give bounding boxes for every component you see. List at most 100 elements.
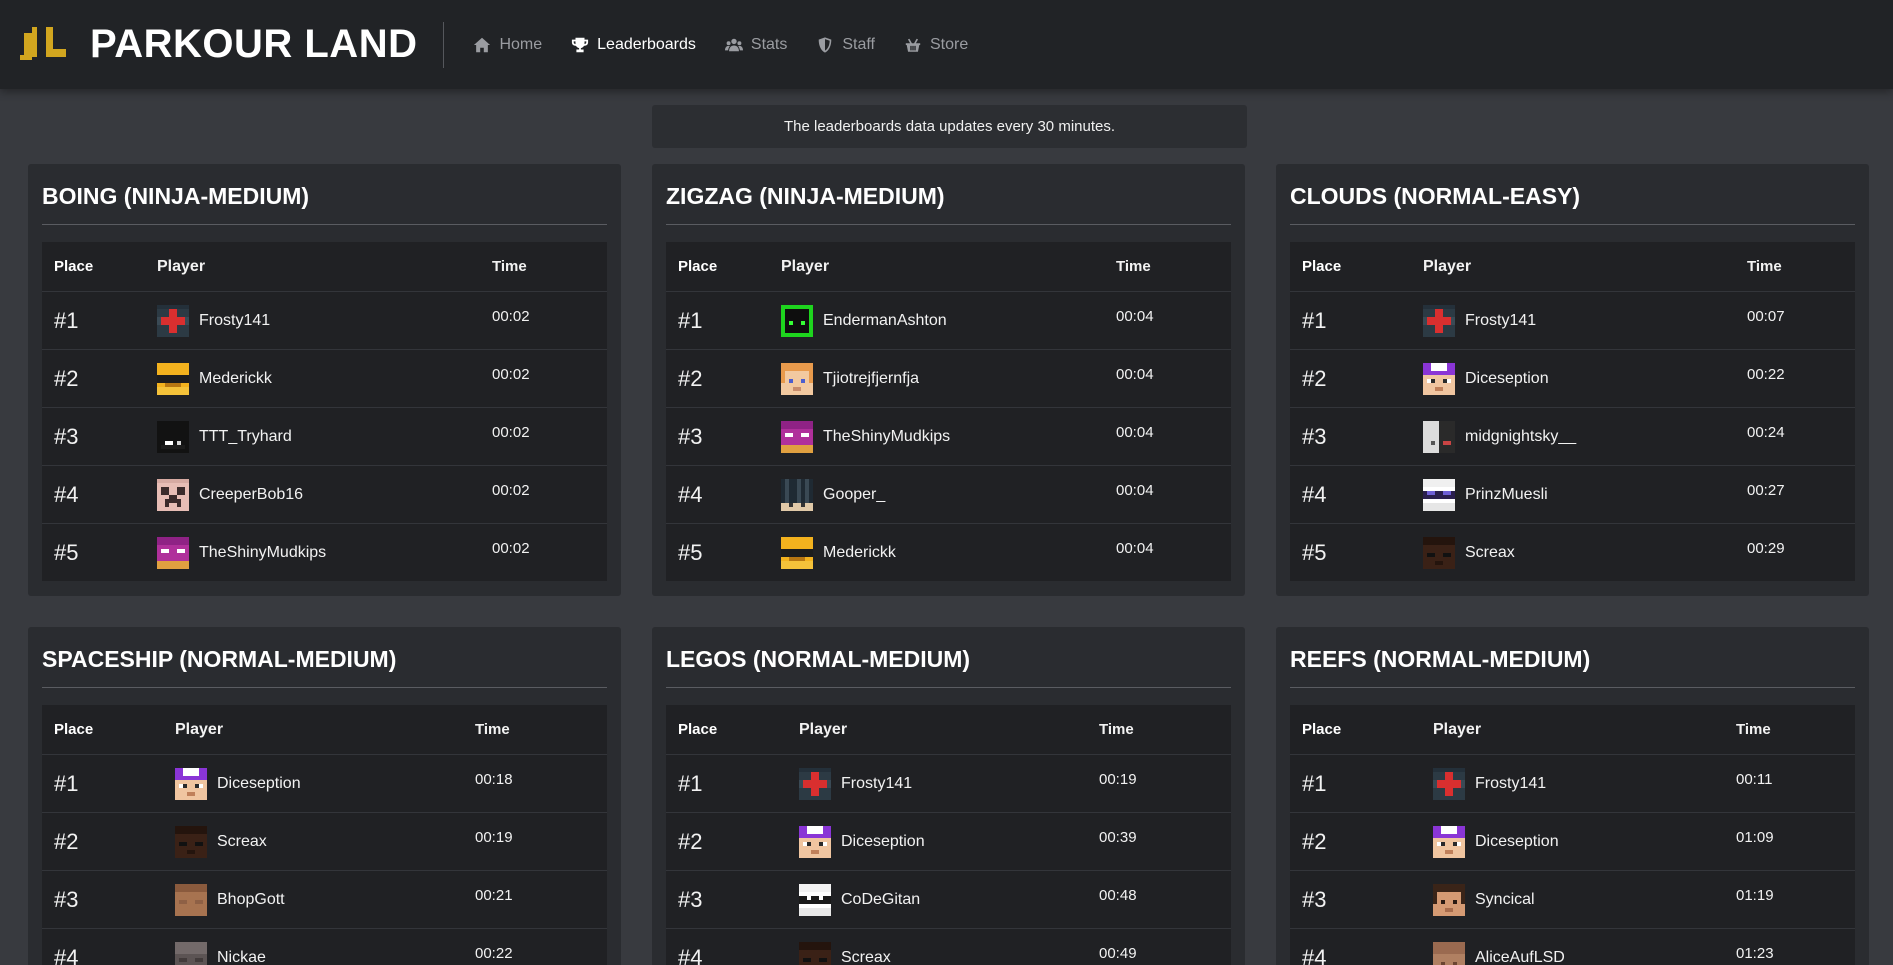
time-cell: 00:04	[1116, 366, 1154, 383]
player-cell[interactable]: Frosty141	[1433, 767, 1736, 800]
time-cell: 00:02	[492, 424, 530, 441]
users-icon	[724, 36, 744, 54]
table-row[interactable]: #3 midgnightsky__ 00:24	[1290, 407, 1855, 465]
table-row[interactable]: #1 Frosty141 00:11	[1290, 754, 1855, 812]
player-cell[interactable]: EndermanAshton	[781, 304, 1116, 337]
player-avatar	[175, 883, 207, 916]
table-row[interactable]: #5 Mederickk 00:04	[666, 523, 1231, 581]
table-row[interactable]: #3 TheShinyMudkips 00:04	[666, 407, 1231, 465]
player-cell[interactable]: Tjiotrejfjernfja	[781, 362, 1116, 395]
main-nav: Home Leaderboards Stats Staff Store	[458, 0, 982, 89]
player-cell[interactable]: Diceseption	[1423, 362, 1747, 395]
player-avatar	[781, 420, 813, 453]
place-cell: #2	[54, 365, 79, 391]
time-cell: 00:29	[1747, 540, 1785, 557]
basket-icon	[903, 36, 923, 54]
table-row[interactable]: #4 Screax 00:49	[666, 928, 1231, 965]
table-row[interactable]: #1 Diceseption 00:18	[42, 754, 607, 812]
player-cell[interactable]: AliceAufLSD	[1433, 941, 1736, 965]
table-row[interactable]: #1 Frosty141 00:19	[666, 754, 1231, 812]
nav-item-staff[interactable]: Staff	[801, 36, 889, 54]
player-avatar	[799, 883, 831, 916]
column-header-time: Time	[492, 258, 527, 275]
player-cell[interactable]: Diceseption	[1433, 825, 1736, 858]
place-cell: #1	[678, 770, 703, 796]
table-row[interactable]: #2 Screax 00:19	[42, 812, 607, 870]
player-cell[interactable]: TTT_Tryhard	[157, 420, 492, 453]
brand[interactable]: PARKOUR LAND	[0, 0, 417, 89]
player-cell[interactable]: Frosty141	[1423, 304, 1747, 337]
table-header: Place Player Time	[666, 705, 1231, 754]
nav-label-staff: Staff	[842, 35, 875, 53]
table-row[interactable]: #2 Diceseption 00:39	[666, 812, 1231, 870]
player-cell[interactable]: Nickae	[175, 941, 475, 965]
place-cell: #4	[54, 944, 79, 965]
player-cell[interactable]: Diceseption	[175, 767, 475, 800]
table-row[interactable]: #3 Syncical 01:19	[1290, 870, 1855, 928]
table-row[interactable]: #3 CoDeGitan 00:48	[666, 870, 1231, 928]
player-cell[interactable]: midgnightsky__	[1423, 420, 1747, 453]
place-cell: #2	[678, 828, 703, 854]
table-row[interactable]: #2 Diceseption 00:22	[1290, 349, 1855, 407]
table-row[interactable]: #4 PrinzMuesli 00:27	[1290, 465, 1855, 523]
nav-item-stats[interactable]: Stats	[710, 36, 801, 54]
column-header-place: Place	[1302, 258, 1342, 275]
player-cell[interactable]: Gooper_	[781, 478, 1116, 511]
table-row[interactable]: #1 EndermanAshton 00:04	[666, 291, 1231, 349]
table-row[interactable]: #4 Nickae 00:22	[42, 928, 607, 965]
place-cell: #5	[678, 539, 703, 565]
player-avatar	[1423, 420, 1455, 453]
place-cell: #3	[678, 886, 703, 912]
leaderboard-card: REEFS (NORMAL-MEDIUM) Place Player Time #1 Fr…	[1276, 627, 1869, 965]
time-cell: 00:02	[492, 308, 530, 325]
table-row[interactable]: #1 Frosty141 00:02	[42, 291, 607, 349]
player-cell[interactable]: Diceseption	[799, 825, 1099, 858]
player-name: Nickae	[217, 948, 266, 965]
parkour-logo-icon	[20, 26, 72, 63]
player-avatar	[781, 362, 813, 395]
leaderboard-title: LEGOS (NORMAL-MEDIUM)	[666, 627, 1231, 688]
table-row[interactable]: #3 BhopGott 00:21	[42, 870, 607, 928]
column-header-time: Time	[1747, 258, 1782, 275]
player-name: Frosty141	[1475, 774, 1547, 792]
player-cell[interactable]: Mederickk	[781, 536, 1116, 569]
place-cell: #4	[54, 481, 79, 507]
player-name: Frosty141	[841, 774, 913, 792]
player-avatar	[175, 767, 207, 800]
table-row[interactable]: #2 Mederickk 00:02	[42, 349, 607, 407]
nav-item-store[interactable]: Store	[889, 36, 982, 54]
player-cell[interactable]: CreeperBob16	[157, 478, 492, 511]
player-cell[interactable]: Screax	[799, 941, 1099, 965]
player-cell[interactable]: Frosty141	[799, 767, 1099, 800]
table-row[interactable]: #3 TTT_Tryhard 00:02	[42, 407, 607, 465]
player-name: TheShinyMudkips	[823, 427, 951, 445]
table-row[interactable]: #4 AliceAufLSD 01:23	[1290, 928, 1855, 965]
table-row[interactable]: #1 Frosty141 00:07	[1290, 291, 1855, 349]
table-row[interactable]: #2 Diceseption 01:09	[1290, 812, 1855, 870]
player-avatar	[157, 536, 189, 569]
player-cell[interactable]: Syncical	[1433, 883, 1736, 916]
table-row[interactable]: #5 TheShinyMudkips 00:02	[42, 523, 607, 581]
place-cell: #2	[1302, 365, 1327, 391]
player-cell[interactable]: TheShinyMudkips	[781, 420, 1116, 453]
place-cell: #3	[1302, 423, 1327, 449]
nav-item-leaderboards[interactable]: Leaderboards	[556, 36, 710, 54]
player-name: Syncical	[1475, 890, 1535, 908]
player-cell[interactable]: PrinzMuesli	[1423, 478, 1747, 511]
table-row[interactable]: #4 Gooper_ 00:04	[666, 465, 1231, 523]
table-row[interactable]: #2 Tjiotrejfjernfja 00:04	[666, 349, 1231, 407]
player-cell[interactable]: Frosty141	[157, 304, 492, 337]
nav-label-stats: Stats	[750, 35, 788, 53]
player-cell[interactable]: Mederickk	[157, 362, 492, 395]
player-cell[interactable]: Screax	[175, 825, 475, 858]
time-cell: 00:22	[1747, 366, 1785, 383]
player-cell[interactable]: CoDeGitan	[799, 883, 1099, 916]
place-cell: #3	[54, 423, 79, 449]
player-cell[interactable]: Screax	[1423, 536, 1747, 569]
player-avatar	[157, 420, 189, 453]
player-cell[interactable]: TheShinyMudkips	[157, 536, 492, 569]
player-cell[interactable]: BhopGott	[175, 883, 475, 916]
table-row[interactable]: #5 Screax 00:29	[1290, 523, 1855, 581]
nav-item-home[interactable]: Home	[458, 36, 556, 54]
table-row[interactable]: #4 CreeperBob16 00:02	[42, 465, 607, 523]
